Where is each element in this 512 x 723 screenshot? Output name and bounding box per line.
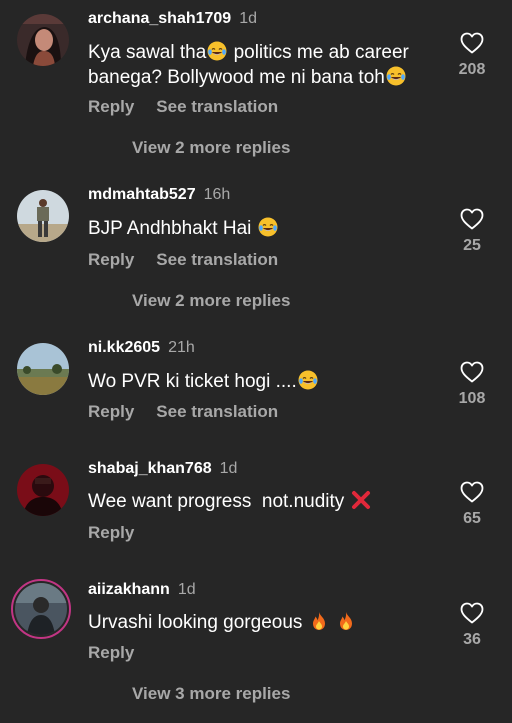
reply-button[interactable]: Reply <box>88 250 134 269</box>
comments-screen: archana_shah1709 1d Kya sawal tha politic… <box>0 0 512 723</box>
comment-header: mdmahtab527 16h <box>88 186 230 204</box>
comment-actions: Reply See translation <box>88 97 278 117</box>
username[interactable]: aiizakhann <box>88 581 170 598</box>
heart-outline-icon[interactable] <box>460 361 484 383</box>
comment-actions: Reply <box>88 523 134 543</box>
avatar[interactable] <box>17 190 69 242</box>
like-control: 108 <box>444 361 500 408</box>
see-translation-button[interactable]: See translation <box>156 402 278 421</box>
comment-actions: Reply <box>88 643 134 663</box>
reply-button[interactable]: Reply <box>88 97 134 116</box>
username[interactable]: archana_shah1709 <box>88 10 231 27</box>
like-control: 208 <box>444 32 500 79</box>
comment-text-part: BJP Andhbhakt Hai <box>88 218 252 239</box>
comment-header: ni.kk2605 21h <box>88 339 195 357</box>
view-more-replies-button[interactable]: View 2 more replies <box>132 291 290 311</box>
comment-time: 21h <box>168 339 195 356</box>
comment-header: shabaj_khan768 1d <box>88 460 237 478</box>
comment-time: 1d <box>239 10 257 27</box>
comment-text: Kya sawal tha politics me ab career bane… <box>88 40 438 90</box>
avatar[interactable] <box>15 583 67 635</box>
like-control: 65 <box>444 481 500 528</box>
face-with-tears-of-joy-emoji <box>258 217 278 237</box>
fire-emoji <box>339 612 352 630</box>
heart-outline-icon[interactable] <box>460 481 484 503</box>
heart-outline-icon[interactable] <box>460 208 484 230</box>
comment-text-part: Urvashi looking gorgeous <box>88 612 303 633</box>
like-count: 25 <box>463 237 481 254</box>
reply-button[interactable]: Reply <box>88 643 134 662</box>
face-with-tears-of-joy-emoji <box>298 370 318 390</box>
face-with-tears-of-joy-emoji <box>386 66 406 86</box>
like-count: 65 <box>463 510 481 527</box>
view-more-replies-button[interactable]: View 3 more replies <box>132 684 290 704</box>
comment-text-part: Wee want progress not.nudity <box>88 491 345 512</box>
avatar[interactable] <box>17 14 69 66</box>
like-count: 36 <box>463 631 481 648</box>
heart-outline-icon[interactable] <box>460 32 484 54</box>
avatar[interactable] <box>17 464 69 516</box>
like-control: 25 <box>444 208 500 255</box>
comment-text: Urvashi looking gorgeous <box>88 610 438 635</box>
comment-text-part: Wo PVR ki ticket hogi .... <box>88 371 297 392</box>
heart-outline-icon[interactable] <box>460 602 484 624</box>
comment-time: 16h <box>203 186 231 203</box>
like-count: 108 <box>458 390 486 407</box>
comment-time: 1d <box>177 581 196 598</box>
comment-text: Wee want progress not.nudity <box>88 489 438 514</box>
comment-actions: Reply See translation <box>88 250 278 270</box>
view-more-replies-button[interactable]: View 2 more replies <box>132 138 290 158</box>
comment-actions: Reply See translation <box>88 402 278 422</box>
comment-text: BJP Andhbhakt Hai <box>88 216 438 241</box>
avatar[interactable] <box>17 343 69 395</box>
username[interactable]: mdmahtab527 <box>88 186 196 203</box>
fire-emoji <box>312 612 325 630</box>
see-translation-button[interactable]: See translation <box>156 97 278 116</box>
cross-mark-emoji <box>351 491 370 509</box>
username[interactable]: ni.kk2605 <box>88 339 160 356</box>
reply-button[interactable]: Reply <box>88 523 134 542</box>
comment-text-part: Kya sawal tha <box>88 42 207 63</box>
reply-button[interactable]: Reply <box>88 402 134 421</box>
comment-header: aiizakhann 1d <box>88 581 196 599</box>
comment-text: Wo PVR ki ticket hogi .... <box>88 369 438 394</box>
face-with-tears-of-joy-emoji <box>207 41 227 61</box>
see-translation-button[interactable]: See translation <box>156 250 278 269</box>
like-control: 36 <box>444 602 500 649</box>
username[interactable]: shabaj_khan768 <box>88 460 212 477</box>
like-count: 208 <box>458 61 486 78</box>
comment-header: archana_shah1709 1d <box>88 10 257 28</box>
comment-time: 1d <box>219 460 238 477</box>
